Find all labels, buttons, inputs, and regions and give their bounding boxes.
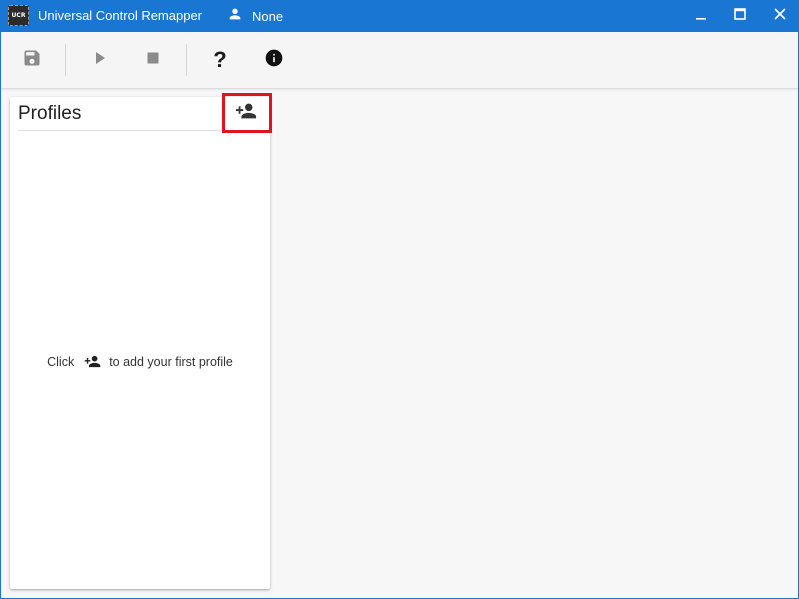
profiles-divider: [18, 130, 262, 131]
close-icon: [774, 7, 786, 25]
user-label: None: [252, 8, 284, 24]
add-user-icon: [235, 100, 257, 127]
add-user-icon: [84, 353, 101, 370]
maximize-icon: [734, 7, 746, 25]
user-icon: [227, 6, 243, 27]
title-bar[interactable]: UCR Universal Control Remapper None: [1, 0, 798, 32]
app-logo-icon: UCR: [8, 5, 29, 26]
hint-text-before: Click: [47, 354, 75, 369]
minimize-icon: [695, 7, 707, 25]
stop-icon: [146, 51, 160, 70]
floppy-disk-icon: [22, 48, 42, 73]
help-button[interactable]: ?: [202, 42, 238, 78]
about-button[interactable]: [256, 42, 292, 78]
question-mark-icon: ?: [213, 47, 227, 72]
empty-profiles-hint: Click to add your first profile: [10, 353, 270, 370]
save-button[interactable]: [14, 42, 50, 78]
profiles-title: Profiles: [18, 103, 82, 124]
current-user-indicator: None: [227, 7, 283, 25]
stop-button[interactable]: [135, 42, 171, 78]
close-button[interactable]: [760, 0, 798, 32]
toolbar: ?: [1, 32, 798, 89]
add-profile-button[interactable]: [224, 97, 268, 129]
maximize-button[interactable]: [720, 0, 760, 32]
app-logo-text: UCR: [11, 12, 26, 19]
minimize-button[interactable]: [681, 0, 721, 32]
window-title: Universal Control Remapper: [38, 8, 203, 23]
toolbar-separator: [65, 44, 66, 76]
info-circle-icon: [264, 48, 284, 73]
start-button[interactable]: [82, 42, 118, 78]
hint-text-after: to add your first profile: [109, 354, 233, 369]
app-window: UCR Universal Control Remapper None ? Pr…: [0, 0, 799, 599]
play-icon: [93, 51, 107, 70]
profiles-panel: Profiles Click to add your first profile: [10, 97, 270, 589]
toolbar-separator: [186, 44, 187, 76]
